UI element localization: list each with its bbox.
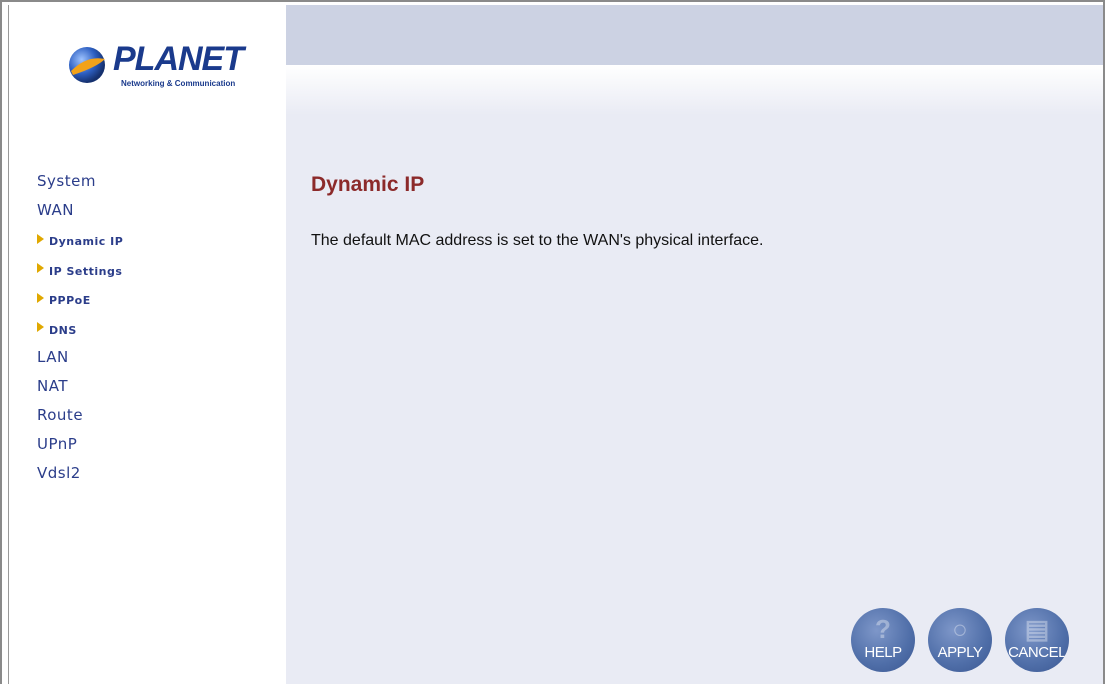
- sidebar-item-vdsl2[interactable]: Vdsl2: [37, 459, 123, 488]
- sidebar-item-upnp[interactable]: UPnP: [37, 430, 123, 459]
- brand-tagline: Networking & Communication: [121, 79, 236, 88]
- header-fade: [286, 65, 1103, 115]
- question-mark-icon: ?: [875, 614, 891, 644]
- sidebar-item-nat[interactable]: NAT: [37, 372, 123, 401]
- help-button-label: HELP: [864, 644, 902, 661]
- sidebar-subitem-label: DNS: [49, 323, 77, 337]
- arrow-right-icon: [37, 322, 44, 332]
- sidebar-item-system[interactable]: System: [37, 167, 123, 196]
- planet-logo: PLANET Networking & Communication: [61, 37, 251, 99]
- sidebar-subitem-dynamic-ip[interactable]: Dynamic IP: [37, 225, 123, 255]
- page-description: The default MAC address is set to the WA…: [311, 232, 764, 249]
- sidebar-subitem-label: IP Settings: [49, 264, 123, 278]
- sidebar-item-lan[interactable]: LAN: [37, 343, 123, 372]
- mouse-icon: ○: [952, 614, 968, 644]
- page-title: Dynamic IP: [311, 173, 425, 196]
- sidebar-subitem-pppoe[interactable]: PPPoE: [37, 284, 123, 314]
- sidebar-subitem-label: Dynamic IP: [49, 235, 124, 248]
- arrow-right-icon: [37, 263, 44, 273]
- sidebar-subitem-ip-settings[interactable]: IP Settings: [37, 255, 123, 285]
- globe-icon: [69, 47, 105, 83]
- arrow-right-icon: [37, 233, 44, 244]
- sidebar: PLANET Networking & Communication System…: [8, 5, 286, 684]
- sidebar-nav: System WAN Dynamic IP IP Settings PPPoE …: [37, 167, 123, 488]
- main-content: Dynamic IP The default MAC address is se…: [286, 5, 1103, 684]
- cancel-button-label: CANCEL: [1008, 644, 1066, 661]
- apply-button-label: APPLY: [937, 644, 983, 661]
- cancel-button[interactable]: ▤ CANCEL: [1005, 608, 1069, 672]
- sidebar-subitem-label: PPPoE: [49, 294, 91, 307]
- sidebar-subitem-dns[interactable]: DNS: [37, 314, 123, 344]
- header-bar: [286, 5, 1103, 65]
- sidebar-item-route[interactable]: Route: [37, 401, 123, 430]
- trash-icon: ▤: [1024, 614, 1050, 644]
- help-button[interactable]: ? HELP: [851, 608, 915, 672]
- arrow-right-icon: [37, 292, 44, 303]
- brand-name: PLANET: [113, 40, 244, 78]
- apply-button[interactable]: ○ APPLY: [928, 608, 992, 672]
- sidebar-item-wan[interactable]: WAN: [37, 196, 123, 225]
